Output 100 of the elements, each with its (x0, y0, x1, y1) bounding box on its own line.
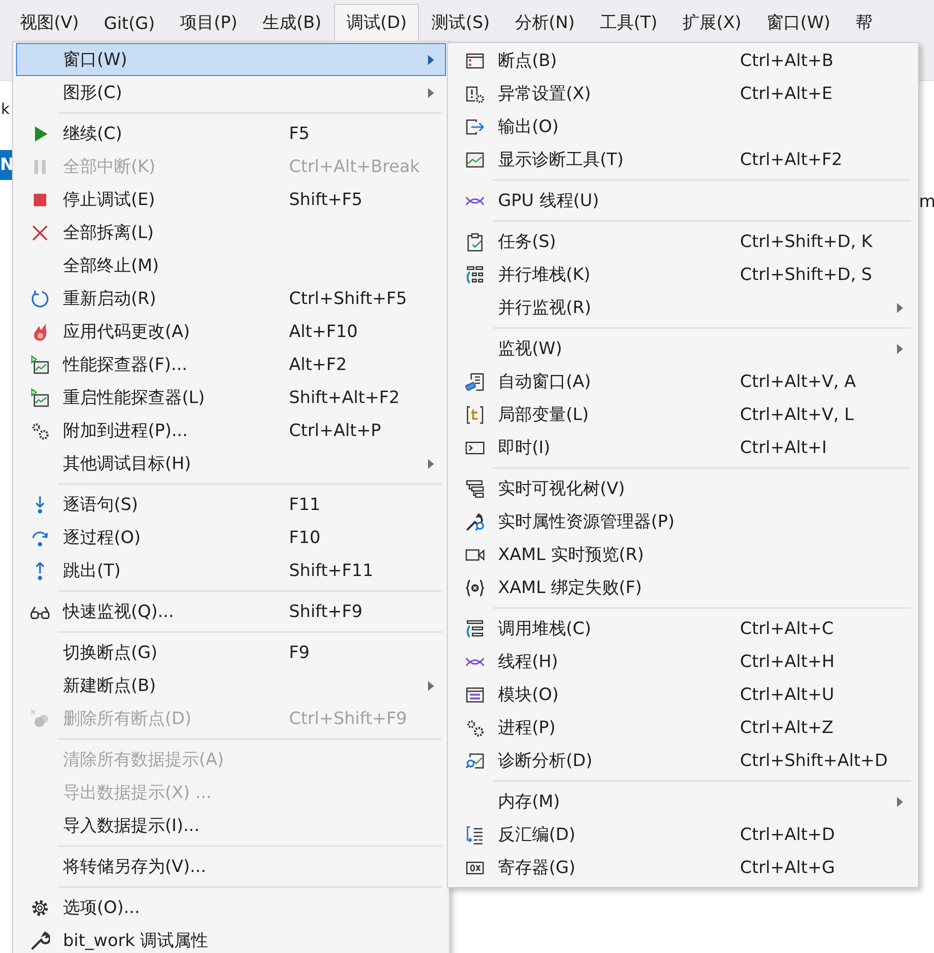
tree-icon (465, 478, 485, 498)
shortcut-label: Ctrl+Shift+F9 (289, 708, 407, 728)
menu-item[interactable]: 跳出(T) Shift+F11 (16, 554, 446, 587)
menu-item[interactable]: 监视(W) (451, 332, 915, 365)
shortcut-label: Ctrl+Alt+F2 (740, 150, 842, 170)
shortcut-label: Alt+F2 (289, 354, 347, 374)
menu-bar-item[interactable]: Git(G) (92, 7, 167, 42)
menu-item[interactable]: 快速监视(Q)... Shift+F9 (16, 595, 446, 628)
menu-item[interactable]: XAML 实时预览(R) (451, 538, 915, 571)
menu-item[interactable]: 实时可视化树(V) (451, 472, 915, 505)
menu-item[interactable]: 局部变量(L) Ctrl+Alt+V, L (451, 398, 915, 431)
menu-item[interactable]: 进程(P) Ctrl+Alt+Z (451, 711, 915, 744)
diagnostics-icon (465, 750, 485, 770)
shortcut-label: Shift+Alt+F2 (289, 388, 400, 408)
exception-settings-icon (465, 84, 485, 104)
shortcut-label: Alt+F10 (289, 322, 358, 342)
shortcut-label: Ctrl+Alt+B (740, 50, 834, 70)
menu-item[interactable]: 自动窗口(A) Ctrl+Alt+V, A (451, 365, 915, 398)
shortcut-label: Ctrl+Alt+V, A (740, 372, 856, 392)
menu-item[interactable]: 继续(C) F5 (16, 117, 446, 150)
menu-item[interactable]: 诊断分析(D) Ctrl+Shift+Alt+D (451, 744, 915, 777)
locals-icon (465, 404, 485, 424)
menu-item[interactable]: 新建断点(B) (16, 669, 446, 702)
menu-item[interactable]: 全部拆离(L) (16, 216, 446, 249)
menu-item[interactable]: GPU 线程(U) (451, 184, 915, 217)
parallel-stacks-icon (465, 264, 485, 284)
call-stack-icon (465, 618, 485, 638)
menu-bar-item[interactable]: 项目(P) (168, 4, 250, 42)
menu-bar-item[interactable]: 视图(V) (8, 4, 91, 42)
menu-bar-item[interactable]: 测试(S) (420, 4, 502, 42)
shortcut-label: F9 (289, 642, 310, 662)
close-icon (30, 222, 50, 242)
shortcut-label: Ctrl+Alt+V, L (740, 404, 854, 424)
menu-item[interactable]: 线程(H) Ctrl+Alt+H (451, 645, 915, 678)
menu-item[interactable]: 切换断点(G) F9 (16, 636, 446, 669)
menu-item[interactable]: 附加到进程(P)... Ctrl+Alt+P (16, 414, 446, 447)
menu-item[interactable]: 选项(O)... (16, 891, 446, 924)
settings-icon (30, 898, 50, 918)
editor-text: k (1, 100, 10, 118)
shortcut-label: Ctrl+Shift+Alt+D (740, 750, 888, 770)
menu-item[interactable]: 即时(I) Ctrl+Alt+I (451, 431, 915, 464)
menu-item[interactable]: 并行堆栈(K) Ctrl+Shift+D, S (451, 258, 915, 291)
disassembly-icon (465, 824, 485, 844)
menu-item[interactable]: 实时属性资源管理器(P) (451, 505, 915, 538)
menu-bar-item[interactable]: 帮 (843, 4, 884, 42)
shortcut-label: F11 (289, 494, 320, 514)
menu-item[interactable]: 断点(B) Ctrl+Alt+B (451, 44, 915, 77)
submenu-arrow-icon (427, 680, 435, 690)
submenu-arrow-icon (896, 796, 904, 806)
menu-bar-item[interactable]: 分析(N) (502, 4, 587, 42)
menu-item[interactable]: XAML 绑定失败(F) (451, 571, 915, 604)
menu-item[interactable]: 窗口(W) (16, 43, 446, 76)
shortcut-label: Ctrl+Alt+G (740, 858, 835, 878)
shortcut-label: Ctrl+Alt+Z (740, 718, 834, 738)
menu-item[interactable]: 全部终止(M) (16, 249, 446, 282)
menu-item[interactable]: 显示诊断工具(T) Ctrl+Alt+F2 (451, 143, 915, 176)
menu-bar-item[interactable]: 调试(D) (334, 4, 419, 42)
braces-error-icon (465, 578, 485, 598)
shortcut-label: Ctrl+Shift+D, K (740, 232, 872, 252)
menu-bar-item[interactable]: 扩展(X) (670, 4, 754, 42)
shortcut-label: Shift+F5 (289, 190, 362, 210)
menu-item[interactable]: 反汇编(D) Ctrl+Alt+D (451, 818, 915, 851)
shortcut-label: F5 (289, 124, 310, 144)
menu-item[interactable]: 异常设置(X) Ctrl+Alt+E (451, 77, 915, 110)
menu-item[interactable]: 并行监视(R) (451, 291, 915, 324)
menu-bar-item[interactable]: 工具(T) (588, 4, 670, 42)
menu-item[interactable]: 重新启动(R) Ctrl+Shift+F5 (16, 282, 446, 315)
output-icon (465, 116, 485, 136)
menu-item[interactable]: 任务(S) Ctrl+Shift+D, K (451, 225, 915, 258)
shortcut-label: Ctrl+Alt+E (740, 84, 832, 104)
menu-item[interactable]: 内存(M) (451, 785, 915, 818)
menu-item[interactable]: 寄存器(G) Ctrl+Alt+G (451, 851, 915, 884)
menu-item[interactable]: 其他调试目标(H) (16, 447, 446, 480)
menu-item[interactable]: 将转储另存为(V)... (16, 850, 446, 883)
menu-item[interactable]: 导入数据提示(I)... (16, 809, 446, 842)
menu-item[interactable]: 输出(O) (451, 110, 915, 143)
menu-item[interactable]: 调用堆栈(C) Ctrl+Alt+C (451, 612, 915, 645)
menu-bar-item[interactable]: 窗口(W) (754, 4, 842, 42)
shortcut-label: Ctrl+Alt+P (289, 420, 382, 440)
breakpoints-icon (30, 708, 50, 728)
menu-item[interactable]: 应用代码更改(A) Alt+F10 (16, 315, 446, 348)
menu-item[interactable]: 停止调试(E) Shift+F5 (16, 183, 446, 216)
clipboard-icon (465, 232, 485, 252)
menu-item[interactable]: 性能探查器(F)... Alt+F2 (16, 348, 446, 381)
wrench-icon (30, 930, 50, 950)
menu-item[interactable]: bit_work 调试属性 (16, 924, 446, 953)
shortcut-label: Ctrl+Alt+C (740, 618, 834, 638)
menu-bar-item[interactable]: 生成(B) (250, 4, 334, 42)
restart-icon (30, 288, 50, 308)
menu-item[interactable]: 图形(C) (16, 76, 446, 109)
submenu-arrow-icon (896, 302, 904, 312)
tab-label: m (919, 192, 934, 212)
autos-icon (465, 372, 485, 392)
gears-icon (465, 718, 485, 738)
menu-item[interactable]: 逐语句(S) F11 (16, 488, 446, 521)
shortcut-label: F10 (289, 528, 320, 548)
menu-item[interactable]: 重启性能探查器(L) Shift+Alt+F2 (16, 381, 446, 414)
menu-item[interactable]: 逐过程(O) F10 (16, 521, 446, 554)
chart-icon (465, 150, 485, 170)
menu-item[interactable]: 模块(O) Ctrl+Alt+U (451, 678, 915, 711)
